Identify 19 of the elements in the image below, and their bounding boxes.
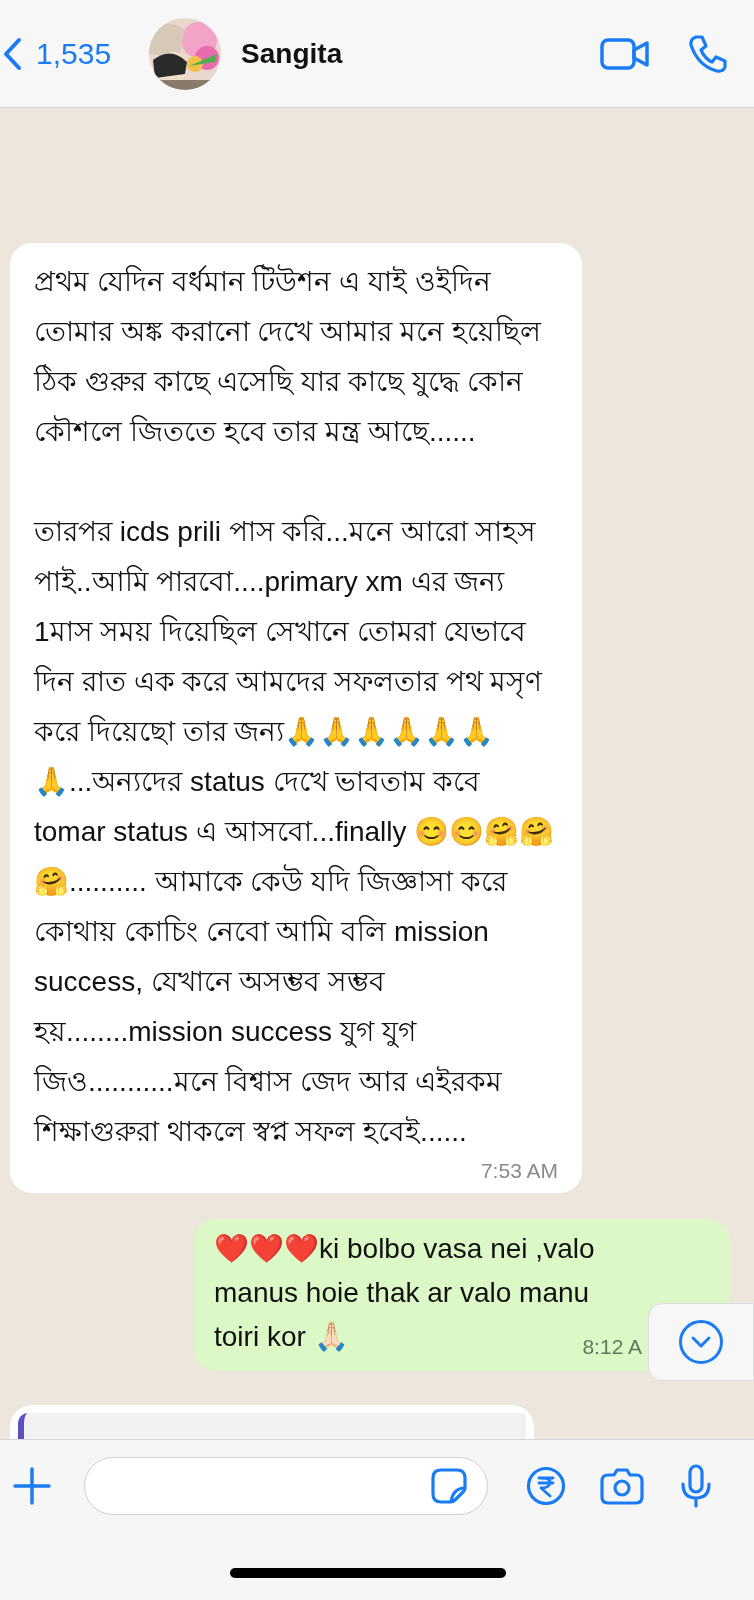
- message-text: toiri kor 🙏🏻: [214, 1320, 349, 1354]
- message-bubble[interactable]: ❤❤❤ki bolbo vasa nei ,valo manus hoie thak ar valo manu toiri kor 🙏🏻 8:12 A: [194, 1219, 730, 1371]
- contact-name[interactable]: Sangita: [241, 37, 600, 70]
- microphone-icon[interactable]: [680, 1464, 712, 1508]
- message-time: 8:12 A: [582, 1335, 642, 1359]
- phone-icon[interactable]: [688, 33, 728, 74]
- message-text: ❤❤❤ki bolbo vasa nei ,valo: [214, 1232, 595, 1266]
- message-text: manus hoie thak ar valo manu: [214, 1276, 590, 1310]
- rupee-icon[interactable]: [526, 1466, 566, 1506]
- back-icon: [2, 36, 22, 71]
- chevron-down-icon: [678, 1319, 724, 1365]
- message-text: প্রথম যেদিন বর্ধমান টিউশন এ যাই ওইদিন তোমার অঙ্ক করানো দেখে আমার মনে হয়েছিল ঠিক গুরুর কাছে এসেছি যার কাছে যুদ্ধে কোন কৌশলে জিততে হবে তার মন্ত্র আছে...... তারপর icds prili পাস করি...মনে আরো সাহস পাই..আমি পারবো....primary xm এর জন্য 1মাস সময় দিয়েছিল সেখানে তোমরা যেভাবে দিন রাত এক করে আমদের সফলতার পথ মসৃণ করে দিয়েছো তার জন্য🙏🙏🙏🙏🙏🙏🙏...অন্যদের status দেখে ভাবতাম কবে tomar status এ আসবো...finally 😊😊🤗🤗🤗.......... আমাকে কেউ যদি জিজ্ঞাসা করে কোথায় কোচিং নেবো আমি বলি mission success, যেখানে অসম্ভব সম্ভব হয়........mission success যুগ যুগ জিও...........মনে বিশ্বাস জেদ আর এইরকম শিক্ষাগুরুরা থাকলে স্বপ্ন সফল হবেই......: [34, 263, 556, 1149]
- sticker-icon[interactable]: [431, 1468, 467, 1504]
- scroll-down-button[interactable]: [648, 1303, 754, 1381]
- message-time: 7:53 AM: [480, 1159, 558, 1183]
- video-call-icon[interactable]: [600, 37, 650, 70]
- back-button[interactable]: 1,535: [0, 36, 112, 71]
- plus-icon[interactable]: [12, 1466, 52, 1506]
- camera-icon[interactable]: [600, 1467, 644, 1505]
